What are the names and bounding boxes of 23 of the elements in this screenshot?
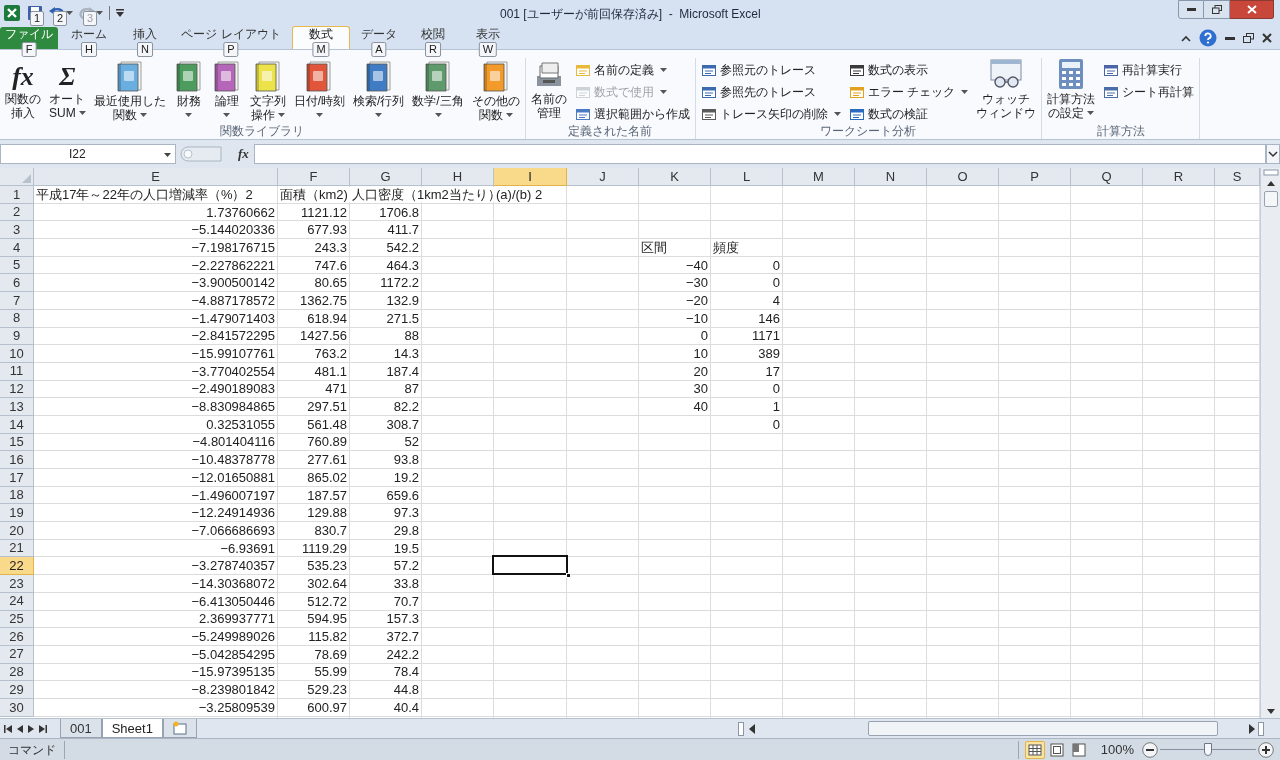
keytip-tooltip: P xyxy=(223,42,239,57)
window-title: 001 [ユーザーが前回保存済み] - Microsoft Excel xyxy=(500,6,761,23)
status-mode: コマンド xyxy=(0,740,65,759)
keytip-tooltip: W xyxy=(478,42,498,57)
keytip-tooltip: A xyxy=(371,42,387,57)
function-symbol: Σ xyxy=(59,61,76,92)
group-label: 定義された名前 xyxy=(568,124,653,138)
keytip-tooltip: R xyxy=(425,42,441,57)
group-label: ワークシート分析 xyxy=(820,124,917,138)
keytip-tooltip: M xyxy=(312,42,330,57)
keytip-tooltip: 2 xyxy=(53,11,68,26)
table-cell: 面積（km2) xyxy=(278,186,350,202)
keytip-tooltip: F xyxy=(21,42,37,57)
group-label: 計算方法 xyxy=(1096,124,1145,138)
keytip-tooltip: H xyxy=(81,42,97,57)
table-cell: 平成17年～22年の人口増減率（%）2 xyxy=(34,186,255,202)
keytip-tooltip: 1 xyxy=(30,11,45,26)
table-cell: 区間 xyxy=(639,239,669,255)
group-label: 関数ライブラリ xyxy=(220,124,305,138)
function-symbol: fx xyxy=(12,61,34,92)
table-cell: 頻度 xyxy=(711,239,741,255)
keytip-tooltip: 3 xyxy=(83,11,98,26)
keytip-tooltip: N xyxy=(137,42,153,57)
